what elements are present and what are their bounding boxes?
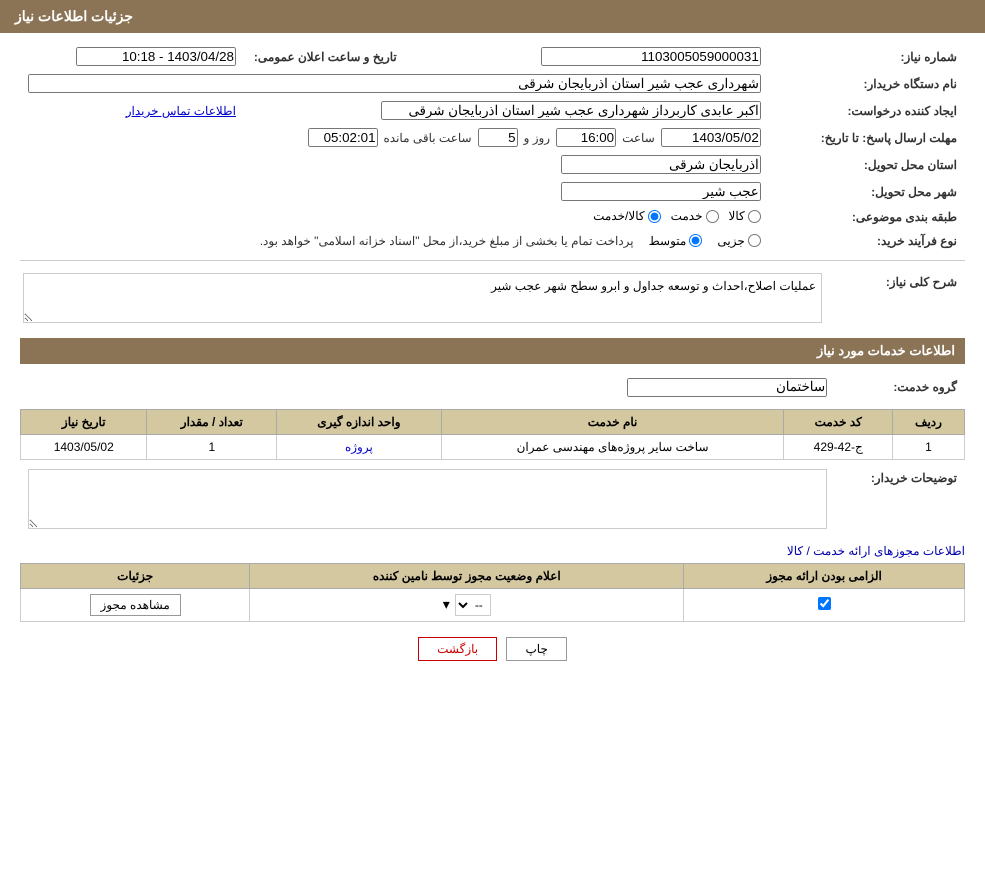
basic-info-table: شماره نیاز: تاریخ و ساعت اعلان عمومی: نا… [20,43,965,252]
col-quantity: تعداد / مقدار [147,409,277,434]
buyer-notes-textarea[interactable] [28,469,827,529]
buyer-org-input [28,74,761,93]
reply-deadline-label: مهلت ارسال پاسخ: تا تاریخ: [769,124,965,151]
permissions-table: الزامی بودن ارائه مجوز اعلام وضعیت مجوز … [20,563,965,622]
category-kala-khadamat-item: کالا/خدمت [593,209,660,223]
table-row: 1 ج-42-429 ساخت سایر پروژه‌های مهندسی عم… [21,434,965,459]
general-desc-table: شرح کلی نیاز: [20,269,965,330]
perm-details-cell: مشاهده مجوز [21,588,250,621]
need-number-label: شماره نیاز: [769,43,965,70]
service-group-label: گروه خدمت: [835,374,965,401]
province-input [561,155,761,174]
col-unit: واحد اندازه گیری [277,409,441,434]
purchase-jozei-radio[interactable] [748,234,761,247]
need-number-input[interactable] [541,47,761,66]
purchase-type-label: نوع فرآیند خرید: [769,230,965,252]
buyer-org-value [20,70,769,97]
announcement-input [76,47,236,66]
city-value [20,178,769,205]
contact-link-cell[interactable]: اطلاعات تماس خریدار [20,97,244,124]
list-item: -- ▾ مشاهده مجوز [21,588,965,621]
perm-required-checkbox[interactable] [818,597,831,610]
requester-input [381,101,761,120]
city-input [561,182,761,201]
remaining-label: ساعت باقی مانده [384,131,472,145]
col-need-date: تاریخ نیاز [21,409,147,434]
buyer-notes-table: توضیحات خریدار: [20,465,965,536]
category-khadamat-label: خدمت [671,209,703,223]
perm-col-required: الزامی بودن ارائه مجوز [684,563,965,588]
purchase-note: پرداخت تمام یا بخشی از مبلغ خرید،از محل … [260,234,634,248]
perm-required-cell [684,588,965,621]
purchase-mottavaset-radio[interactable] [689,234,702,247]
contact-link[interactable]: اطلاعات تماس خریدار [126,104,236,118]
return-button[interactable]: بازگشت [418,637,497,661]
requester-value [244,97,769,124]
perm-status-cell: -- ▾ [250,588,684,621]
dropdown-icon: ▾ [443,596,450,613]
reply-time-input [556,128,616,147]
cell-quantity: 1 [147,434,277,459]
divider-1 [20,260,965,261]
announcement-label: تاریخ و ساعت اعلان عمومی: [244,43,449,70]
reply-deadline-row: ساعت روز و ساعت باقی مانده [20,124,769,151]
purchase-mottavaset-item: متوسط [649,234,703,248]
requester-label: ایجاد کننده درخواست: [769,97,965,124]
general-desc-label: شرح کلی نیاز: [835,269,965,330]
print-button[interactable]: چاپ [506,637,566,661]
cell-row-num: 1 [892,434,964,459]
services-table: ردیف کد خدمت نام خدمت واحد اندازه گیری ت… [20,409,965,460]
province-label: استان محل تحویل: [769,151,965,178]
category-khadamat-item: خدمت [671,209,719,223]
reply-date-input [661,128,761,147]
col-service-name: نام خدمت [441,409,784,434]
permissions-title: اطلاعات مجوزهای ارائه خدمت / کالا [20,544,965,558]
category-kala-khadamat-radio[interactable] [648,210,661,223]
view-permit-button[interactable]: مشاهده مجوز [90,594,181,616]
category-radios: کالا خدمت کالا/خدمت [20,205,769,230]
service-group-value [20,374,835,401]
category-khadamat-radio[interactable] [706,210,719,223]
services-section-title: اطلاعات خدمات مورد نیاز [20,338,965,364]
col-row-num: ردیف [892,409,964,434]
purchase-jozei-item: جزیی [717,234,760,248]
city-label: شهر محل تحویل: [769,178,965,205]
general-desc-value [20,269,835,330]
reply-time-label: ساعت [622,131,655,145]
cell-service-code: ج-42-429 [784,434,893,459]
need-number-value [469,43,769,70]
purchase-jozei-label: جزیی [717,234,744,248]
category-kala-radio[interactable] [748,210,761,223]
service-group-table: گروه خدمت: [20,374,965,401]
purchase-type-row: جزیی متوسط پرداخت تمام یا بخشی از مبلغ خ… [20,230,769,252]
days-label: روز و [524,131,551,145]
service-group-input [627,378,827,397]
province-value [20,151,769,178]
announcement-value [20,43,244,70]
cell-need-date: 1403/05/02 [21,434,147,459]
page-title: جزئیات اطلاعات نیاز [15,8,133,24]
remaining-input [308,128,378,147]
cell-service-name: ساخت سایر پروژه‌های مهندسی عمران [441,434,784,459]
category-kala-item: کالا [729,209,761,223]
col-service-code: کد خدمت [784,409,893,434]
cell-unit: پروژه [277,434,441,459]
perm-col-details: جزئیات [21,563,250,588]
purchase-mottavaset-label: متوسط [649,234,687,248]
buyer-notes-value [20,465,835,536]
days-input [478,128,518,147]
perm-status-select[interactable]: -- [455,594,491,616]
category-kala-label: کالا [729,209,745,223]
page-header: جزئیات اطلاعات نیاز [0,0,985,33]
general-desc-textarea[interactable] [23,273,822,323]
category-kala-khadamat-label: کالا/خدمت [593,209,644,223]
buyer-notes-label: توضیحات خریدار: [835,465,965,536]
buyer-org-label: نام دستگاه خریدار: [769,70,965,97]
perm-col-status: اعلام وضعیت مجوز توسط نامین کننده [250,563,684,588]
action-buttons: چاپ بازگشت [20,637,965,661]
category-label: طبقه بندی موضوعی: [769,205,965,230]
